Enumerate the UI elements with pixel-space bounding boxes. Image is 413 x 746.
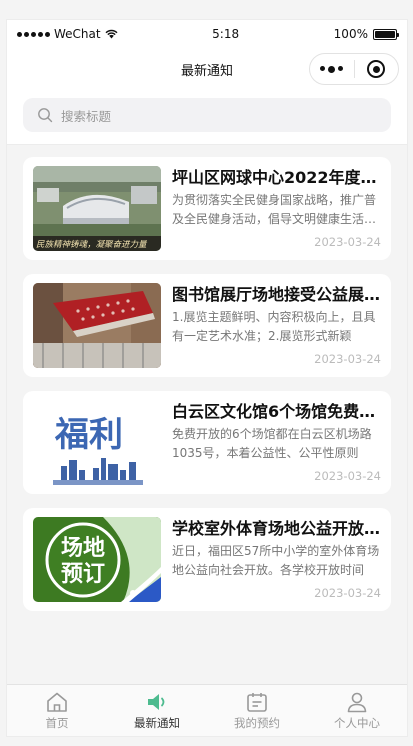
notice-title: 白云区文化馆6个场馆免费开放 — [172, 402, 381, 421]
tab-label: 个人中心 — [334, 715, 380, 730]
nav-bar: 最新通知 — [7, 48, 407, 90]
search-icon — [38, 108, 53, 123]
page-title: 最新通知 — [180, 63, 233, 79]
notice-list: 民族精神铸魂，凝聚奋进力量 坪山区网球中心2022年度全民健身 为贯彻落实全民健… — [7, 145, 407, 611]
tab-bar: 首页 最新通知 我的预约 个人中心 — [7, 684, 407, 736]
search-placeholder: 搜索标题 — [61, 108, 112, 124]
notice-thumbnail: 民族精神铸魂，凝聚奋进力量 — [33, 166, 161, 251]
battery-icon — [372, 28, 399, 40]
search-area: 搜索标题 — [7, 90, 407, 145]
carrier-group: WeChat — [17, 27, 118, 41]
notice-date: 2023-03-24 — [314, 469, 381, 483]
tab-profile[interactable]: 个人中心 — [307, 685, 407, 736]
speaker-icon — [148, 693, 165, 710]
notice-thumbnail: 场地 预订 — [33, 517, 161, 602]
clock: 5:18 — [212, 27, 240, 41]
tab-label: 最新通知 — [134, 715, 180, 730]
close-icon[interactable] — [355, 60, 399, 78]
user-icon — [347, 692, 367, 712]
notice-thumbnail — [33, 283, 161, 368]
signal-icon — [17, 31, 50, 37]
notice-info: 白云区文化馆6个场馆免费开放 免费开放的6个场馆都在白云区机场路1035号，本着… — [172, 400, 381, 485]
notice-info: 图书馆展厅场地接受公益展览申请 1.展览主题鲜明、内容积极向上，且具有一定艺术水… — [172, 283, 381, 368]
battery-percent: 100% — [333, 27, 368, 41]
tab-booking[interactable]: 我的预约 — [207, 685, 307, 736]
notice-card[interactable]: 福利 白云区文化馆6个场馆免费开放 免费开放的6个场馆都在白云区机场路1035号… — [23, 391, 391, 494]
notice-title: 坪山区网球中心2022年度全民健身 — [172, 168, 381, 187]
notice-desc: 近日，福田区57所中小学的室外体育场地公益向社会开放。各学校开放时间 — [172, 544, 380, 577]
battery-group: 100% — [333, 27, 399, 41]
stadium-photo: 民族精神铸魂，凝聚奋进力量 — [33, 166, 161, 251]
booking-banner: 场地 预订 — [33, 517, 161, 602]
more-icon[interactable] — [310, 65, 354, 73]
tab-home[interactable]: 首页 — [7, 685, 107, 736]
tab-notices[interactable]: 最新通知 — [107, 685, 207, 736]
calendar-icon — [247, 692, 267, 712]
phone-frame: WeChat 5:18 100% 最新通知 搜索标题 民族精神铸魂，凝聚奋进力量… — [7, 20, 407, 736]
notice-card[interactable]: 场地 预订 学校室外体育场地公益开放通知 近日，福田区57所中小学的室外体育场地… — [23, 508, 391, 611]
status-bar: WeChat 5:18 100% — [7, 20, 407, 48]
notice-date: 2023-03-24 — [314, 235, 381, 249]
home-icon — [47, 692, 67, 712]
notice-date: 2023-03-24 — [314, 586, 381, 600]
notice-card[interactable]: 民族精神铸魂，凝聚奋进力量 坪山区网球中心2022年度全民健身 为贯彻落实全民健… — [23, 157, 391, 260]
fuli-banner: 福利 — [33, 400, 161, 485]
booking-text-1: 场地 — [61, 536, 105, 561]
notice-desc: 1.展览主题鲜明、内容积极向上，且具有一定艺术水准；2.展览形式新颖 — [172, 310, 376, 343]
stadium-banner-text: 民族精神铸魂，凝聚奋进力量 — [36, 239, 148, 250]
notice-title: 图书馆展厅场地接受公益展览申请 — [172, 285, 381, 304]
notice-card[interactable]: 图书馆展厅场地接受公益展览申请 1.展览主题鲜明、内容积极向上，且具有一定艺术水… — [23, 274, 391, 377]
tab-label: 我的预约 — [234, 715, 280, 730]
carrier-label: WeChat — [54, 27, 101, 41]
fuli-text: 福利 — [54, 415, 123, 455]
miniprogram-capsule — [309, 53, 399, 85]
notice-desc: 为贯彻落实全民健身国家战略，推广普及全民健身活动，倡导文明健康生活方式 — [172, 193, 377, 226]
notice-desc: 免费开放的6个场馆都在白云区机场路1035号，本着公益性、公平性原则 — [172, 427, 372, 460]
notice-date: 2023-03-24 — [314, 352, 381, 366]
search-input[interactable]: 搜索标题 — [23, 98, 391, 132]
notice-info: 学校室外体育场地公益开放通知 近日，福田区57所中小学的室外体育场地公益向社会开… — [172, 517, 381, 602]
notice-thumbnail: 福利 — [33, 400, 161, 485]
notice-title: 学校室外体育场地公益开放通知 — [172, 519, 381, 538]
tab-label: 首页 — [45, 715, 69, 730]
booking-text-2: 预订 — [61, 562, 105, 587]
library-photo — [33, 283, 161, 368]
wifi-icon — [105, 29, 118, 39]
notice-info: 坪山区网球中心2022年度全民健身 为贯彻落实全民健身国家战略，推广普及全民健身… — [172, 166, 381, 251]
